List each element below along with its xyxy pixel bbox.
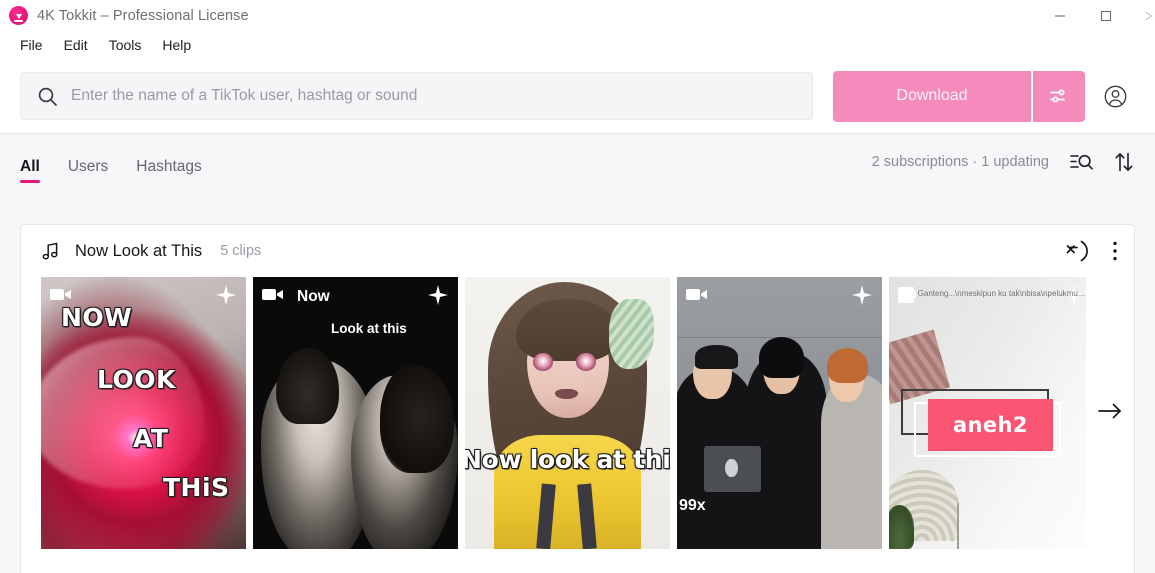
thumbnail-overlay-note: Ganteng...\nmeskipun ku tak\nbisa\npeluk…: [917, 288, 1085, 298]
menu-bar: File Edit Tools Help: [0, 31, 1155, 59]
tabs-bar: All Users Hashtags 2 subscriptions · 1 u…: [0, 134, 1155, 192]
search-toolbar: Download: [0, 59, 1155, 134]
tab-all[interactable]: All: [20, 158, 40, 192]
thumbnail-caption: NOW: [61, 303, 133, 332]
clip-strip: NOW LOOK AT THiS Now Look at this Now lo…: [21, 277, 1134, 550]
search-icon: [37, 86, 59, 107]
thumbnail-art: [889, 505, 914, 549]
select-checkbox[interactable]: [898, 287, 914, 303]
thumbnail-caption: THiS: [163, 473, 230, 502]
thumbnail-caption: Look at this: [331, 321, 407, 336]
search-input[interactable]: [71, 87, 796, 105]
video-camera-icon: [686, 287, 708, 302]
clip-thumbnail[interactable]: 99x: [677, 277, 882, 549]
carousel-next-button[interactable]: [1086, 277, 1134, 549]
arrow-right-icon: [1097, 400, 1123, 427]
tab-users[interactable]: Users: [68, 158, 108, 192]
thumbnail-caption: Now: [297, 288, 330, 305]
clip-thumbnail[interactable]: aneh2 Ganteng...\nmeskipun ku tak\nbisa\…: [889, 277, 1094, 549]
card-title: Now Look at This: [75, 241, 203, 260]
thumbnail-caption: aneh2: [952, 413, 1028, 438]
thumbnail-caption: AT: [133, 424, 169, 453]
clip-thumbnail[interactable]: NOW LOOK AT THiS: [41, 277, 246, 549]
tokkit-logo-icon: [9, 6, 28, 25]
thumbnail-art: [695, 345, 739, 370]
search-box[interactable]: [20, 72, 813, 120]
thumbnail-caption: LOOK: [97, 365, 176, 394]
title-bar: 4K Tokkit – Professional License: [0, 0, 1155, 31]
download-group: Download: [833, 70, 1085, 122]
menu-item-help[interactable]: Help: [152, 34, 201, 56]
tab-hashtags[interactable]: Hashtags: [136, 158, 201, 192]
thumbnail-caption: 99x: [679, 497, 706, 514]
sparkle-icon: [216, 285, 236, 310]
account-circle-icon[interactable]: [1095, 71, 1135, 122]
card-header: Now Look at This 5 clips: [21, 225, 1134, 277]
thumbnail-art: [826, 347, 868, 384]
sparkle-icon: [428, 285, 448, 310]
video-camera-icon: [262, 287, 284, 302]
volume-mute-icon[interactable]: [1066, 239, 1092, 263]
clip-thumbnail[interactable]: Now look at this: [465, 277, 670, 549]
more-vertical-icon[interactable]: [1112, 240, 1118, 262]
minimize-icon[interactable]: [1037, 0, 1083, 31]
music-note-icon: [41, 241, 63, 262]
thumbnail-art: [532, 353, 554, 371]
tabs-actions: 2 subscriptions · 1 updating: [872, 151, 1135, 175]
sliders-icon[interactable]: [1033, 70, 1085, 122]
menu-item-edit[interactable]: Edit: [54, 34, 98, 56]
thumbnail-caption: Now look at this: [465, 445, 670, 474]
app-window: 4K Tokkit – Professional License File Ed…: [0, 0, 1155, 573]
thumbnail-art: [759, 336, 805, 378]
thumbnail-banner: aneh2: [927, 399, 1053, 452]
thumbnail-art: [956, 502, 959, 549]
menu-item-file[interactable]: File: [10, 34, 53, 56]
window-controls: [1037, 0, 1155, 31]
thumbnail-art: [41, 336, 205, 490]
close-icon[interactable]: [1129, 0, 1155, 31]
thumbnail-art: [703, 445, 762, 492]
filter-search-icon[interactable]: [1069, 151, 1093, 173]
tab-list: All Users Hashtags: [20, 134, 202, 192]
menu-item-tools[interactable]: Tools: [99, 34, 152, 56]
clip-count: 5 clips: [220, 243, 262, 259]
clip-thumbnail[interactable]: Now Look at this: [253, 277, 458, 549]
thumbnail-art: [516, 298, 619, 362]
subscription-card: Now Look at This 5 clips NOW LOOK AT THi…: [20, 224, 1135, 573]
window-title: 4K Tokkit – Professional License: [37, 7, 249, 24]
subscription-status: 2 subscriptions · 1 updating: [871, 154, 1049, 170]
card-header-actions: [1066, 239, 1118, 263]
maximize-icon[interactable]: [1083, 0, 1129, 31]
sparkle-icon: [852, 285, 872, 310]
download-button[interactable]: Download: [833, 70, 1031, 122]
video-camera-icon: [50, 287, 72, 302]
thumbnail-art: [608, 298, 654, 370]
thumbnail-art: [575, 353, 597, 371]
sort-arrows-icon[interactable]: [1113, 151, 1135, 173]
thumbnail-art: [380, 364, 454, 473]
